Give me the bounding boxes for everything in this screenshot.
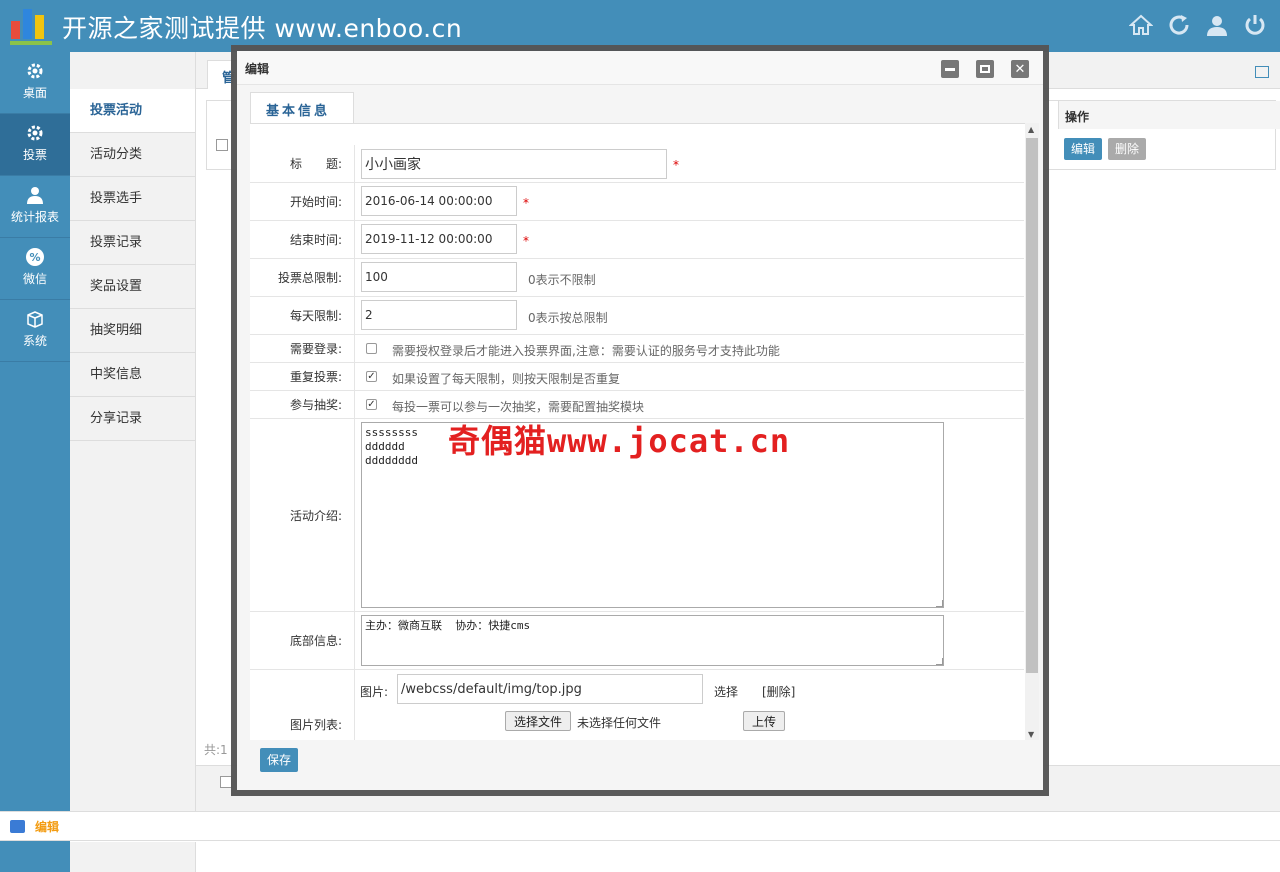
sub-menu-footer: [70, 842, 196, 872]
repeat-vote-row: 重复投票: ✓ 如果设置了每天限制，则按天限制是否重复: [250, 363, 1024, 391]
daily-limit-hint: 0表示按总限制: [528, 311, 608, 325]
need-login-row: 需要登录: 需要授权登录后才能进入投票界面,注意：需要认证的服务号才支持此功能: [250, 335, 1024, 363]
end-time-row: 结束时间: 2019-11-12 00:00:00 *: [250, 221, 1024, 259]
total-limit-input[interactable]: 100: [361, 262, 517, 292]
lottery-row: 参与抽奖: ✓ 每投一票可以参与一次抽奖，需要配置抽奖模块: [250, 391, 1024, 419]
submenu-item-prize-settings[interactable]: 奖品设置: [70, 265, 195, 309]
daily-limit-row: 每天限制: 2 0表示按总限制: [250, 297, 1024, 335]
restore-icon[interactable]: [976, 60, 994, 78]
no-file-text: 未选择任何文件: [577, 716, 662, 730]
start-time-input[interactable]: 2016-06-14 00:00:00: [361, 186, 517, 216]
power-icon[interactable]: [1242, 12, 1268, 38]
submenu-item-vote-activity[interactable]: 投票活动: [70, 89, 195, 133]
total-limit-row: 投票总限制: 100 0表示不限制: [250, 259, 1024, 297]
repeat-vote-hint: 如果设置了每天限制，则按天限制是否重复: [392, 372, 621, 386]
image-field-label: 图片:: [360, 685, 389, 699]
delete-button[interactable]: 删除: [1108, 138, 1146, 160]
edit-button[interactable]: 编辑: [1064, 138, 1102, 160]
scroll-up-icon[interactable]: ▲: [1028, 125, 1034, 134]
images-label: 图片列表:: [250, 670, 355, 741]
save-button[interactable]: 保存: [260, 748, 298, 772]
modal-footer: [237, 740, 1043, 776]
resize-handle-icon[interactable]: [936, 658, 943, 665]
submenu-item-vote-records[interactable]: 投票记录: [70, 221, 195, 265]
submenu-item-winner-info[interactable]: 中奖信息: [70, 353, 195, 397]
svg-text:%: %: [29, 251, 40, 264]
required-mark: *: [673, 158, 679, 172]
title-row: 标 题: 小小画家 *: [250, 145, 1024, 183]
home-icon[interactable]: [1128, 12, 1154, 38]
total-count: 共:1: [204, 743, 228, 757]
status-bar: 编辑: [0, 811, 1280, 841]
need-login-label: 需要登录:: [250, 335, 355, 362]
nav-item-desktop[interactable]: 桌面: [0, 52, 70, 114]
grid-icon[interactable]: [1255, 66, 1269, 78]
choose-file-button[interactable]: 选择文件: [505, 711, 571, 731]
footer-info-row: 底部信息: 主办：微商互联 协办：快捷cms: [250, 612, 1024, 670]
lottery-label: 参与抽奖:: [250, 391, 355, 418]
need-login-hint: 需要授权登录后才能进入投票界面,注意：需要认证的服务号才支持此功能: [392, 344, 780, 358]
submenu-item-share-records[interactable]: 分享记录: [70, 397, 195, 441]
delete-image-link[interactable]: [删除]: [762, 683, 795, 700]
close-icon[interactable]: ✕: [1011, 60, 1029, 78]
logo: [10, 3, 52, 45]
left-nav: 桌面 投票 统计报表 % 微信 系统: [0, 52, 70, 872]
total-limit-label: 投票总限制:: [250, 259, 355, 296]
end-time-label: 结束时间:: [250, 221, 355, 258]
daily-limit-input[interactable]: 2: [361, 300, 517, 330]
need-login-checkbox[interactable]: [366, 343, 377, 354]
image-path-input[interactable]: /webcss/default/img/top.jpg: [397, 674, 703, 704]
status-text: 编辑: [35, 820, 60, 834]
user-icon[interactable]: [1204, 12, 1230, 38]
gear-icon: [0, 60, 70, 82]
upload-button[interactable]: 上传: [743, 711, 785, 731]
site-title: 开源之家测试提供 www.enboo.cn: [62, 14, 463, 43]
box-icon: [0, 308, 70, 330]
start-time-row: 开始时间: 2016-06-14 00:00:00 *: [250, 183, 1024, 221]
scroll-down-icon[interactable]: ▼: [1028, 730, 1034, 739]
images-row: 图片列表: 图片: /webcss/default/img/top.jpg 选择…: [250, 670, 1024, 741]
operations-header: 操作: [1058, 101, 1280, 129]
sub-menu: 投票活动 活动分类 投票选手 投票记录 奖品设置 抽奖明细 中奖信息 分享记录: [70, 52, 196, 812]
scroll-thumb[interactable]: [1026, 138, 1038, 673]
intro-label: 活动介绍:: [250, 419, 355, 611]
title-label: 标 题:: [250, 145, 355, 182]
lottery-hint: 每投一票可以参与一次抽奖，需要配置抽奖模块: [392, 400, 645, 414]
submenu-item-activity-category[interactable]: 活动分类: [70, 133, 195, 177]
daily-limit-label: 每天限制:: [250, 297, 355, 334]
nav-item-wechat[interactable]: % 微信: [0, 238, 70, 300]
required-mark: *: [523, 234, 529, 248]
submenu-item-lottery-details[interactable]: 抽奖明细: [70, 309, 195, 353]
watermark-text: 奇偶猫www.jocat.cn: [448, 422, 791, 460]
minimize-icon[interactable]: [941, 60, 959, 78]
title-input[interactable]: 小小画家: [361, 149, 667, 179]
edit-status-icon: [10, 820, 25, 833]
left-nav-footer: [0, 842, 70, 872]
start-time-label: 开始时间:: [250, 183, 355, 220]
nav-item-reports[interactable]: 统计报表: [0, 176, 70, 238]
select-image-link[interactable]: 选择: [714, 683, 738, 700]
footer-info-label: 底部信息:: [250, 612, 355, 669]
row-checkbox[interactable]: [216, 139, 228, 151]
refresh-icon[interactable]: [1166, 12, 1192, 38]
required-mark: *: [523, 196, 529, 210]
gear-icon: [0, 122, 70, 144]
percent-icon: %: [0, 246, 70, 268]
end-time-input[interactable]: 2019-11-12 00:00:00: [361, 224, 517, 254]
submenu-item-contestants[interactable]: 投票选手: [70, 177, 195, 221]
total-limit-hint: 0表示不限制: [528, 273, 596, 287]
user-icon: [0, 184, 70, 206]
tab-basic-info[interactable]: 基本信息: [250, 92, 354, 123]
lottery-checkbox[interactable]: ✓: [366, 399, 377, 410]
nav-item-system[interactable]: 系统: [0, 300, 70, 362]
form-scrollbar[interactable]: ▲ ▼: [1025, 123, 1039, 741]
repeat-vote-label: 重复投票:: [250, 363, 355, 390]
modal-title: 编辑: [245, 62, 270, 76]
repeat-vote-checkbox[interactable]: ✓: [366, 371, 377, 382]
modal-header: 编辑 ✕: [237, 51, 1043, 85]
footer-info-textarea[interactable]: 主办：微商互联 协办：快捷cms: [361, 615, 944, 666]
nav-item-vote[interactable]: 投票: [0, 114, 70, 176]
resize-handle-icon[interactable]: [936, 600, 943, 607]
